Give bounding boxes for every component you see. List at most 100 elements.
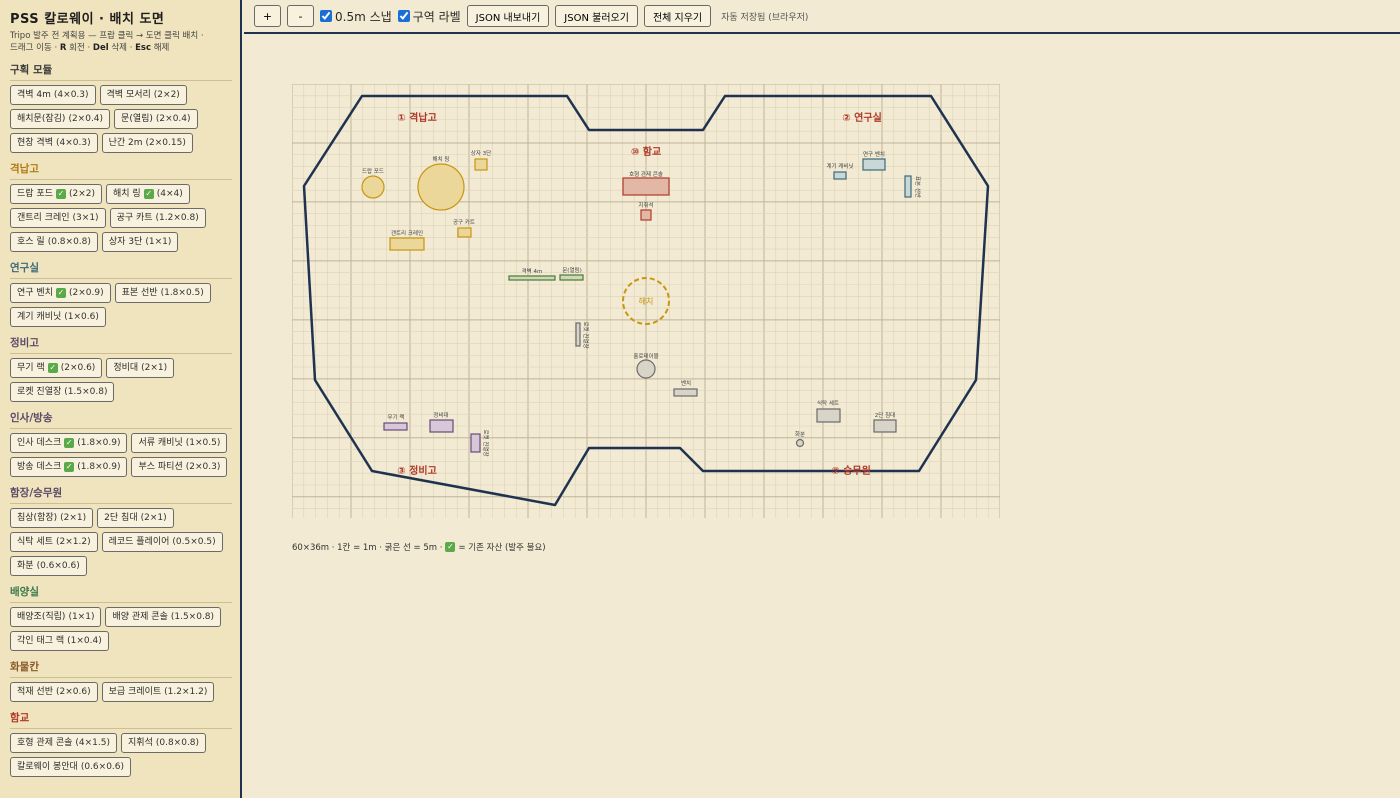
owned-check-icon: ✓ bbox=[55, 288, 66, 298]
category-title: 배양실 bbox=[10, 584, 232, 603]
placed-prop[interactable]: 계기 캐비닛 bbox=[826, 162, 854, 180]
placed-prop[interactable]: 드랍 포드 bbox=[361, 167, 385, 199]
prop-shape bbox=[474, 158, 488, 171]
prop-name: 방송 데스크 bbox=[17, 462, 62, 472]
prop-button[interactable]: 공구 카트 (1.2×0.8) bbox=[109, 208, 206, 228]
prop-button[interactable]: 호스 릴 (0.8×0.8) bbox=[10, 232, 98, 252]
category-section: 연구실 연구 벤치 ✓ (2×0.9) 표본 선반 (1.8×0.5) 계기 캐비닛 (1×0… bbox=[10, 260, 232, 327]
placed-prop[interactable]: 식탁 세트 bbox=[816, 399, 841, 423]
prop-shape bbox=[873, 419, 897, 433]
prop-button[interactable]: 화분 (0.6×0.6) bbox=[10, 556, 87, 576]
prop-size: (4×4) bbox=[156, 189, 183, 199]
prop-button[interactable]: 계기 캐비닛 (1×0.6) bbox=[10, 307, 106, 327]
export-json-button[interactable]: JSON 내보내기 bbox=[466, 5, 550, 27]
prop-button[interactable]: 호형 관제 콘솔 (4×1.5) bbox=[10, 733, 118, 753]
category-section: 격납고드랍 포드 ✓ (2×2) 해치 링 ✓ (4×4) 갠트리 크레인 (3×1) 공구 카… bbox=[10, 161, 232, 252]
prop-size: (2×0.6) bbox=[60, 363, 96, 373]
prop-button[interactable]: 문(열림) (2×0.4) bbox=[114, 109, 198, 129]
prop-button[interactable]: 난간 2m (2×0.15) bbox=[101, 133, 193, 153]
prop-button[interactable]: 배양조(직립) (1×1) bbox=[10, 607, 102, 627]
import-json-button[interactable]: JSON 불러오기 bbox=[555, 5, 638, 27]
prop-button[interactable]: 부스 파티션 (2×0.3) bbox=[131, 457, 228, 477]
prop-button[interactable]: 지휘석 (0.8×0.8) bbox=[121, 733, 207, 753]
clear-all-button[interactable]: 전체 지우기 bbox=[643, 5, 712, 27]
prop-label: 해치 링 bbox=[433, 155, 450, 163]
prop-button[interactable]: 정비대 (2×1) bbox=[106, 358, 175, 378]
placed-prop[interactable]: 문(열림) bbox=[559, 266, 584, 281]
placed-prop[interactable]: 공구 카트 bbox=[453, 218, 475, 238]
placed-prop[interactable]: 홀로테이블 bbox=[633, 352, 659, 379]
prop-label: 표본 선반 bbox=[914, 176, 922, 198]
placed-prop[interactable]: 무기 랙 bbox=[383, 413, 408, 431]
prop-button[interactable]: 보급 크레이트 (1.2×1.2) bbox=[101, 682, 215, 702]
prop-button[interactable]: 연구 벤치 ✓ (2×0.9) bbox=[10, 283, 111, 303]
placed-prop[interactable]: 호형 관제 콘솔 bbox=[622, 170, 670, 196]
prop-name: 지휘석 bbox=[128, 738, 153, 748]
floor-plan-svg[interactable]: ① 격납고 ② 연구실 ⑩ 함교 ③ 정비고 ⑦ 승무원 해치 드랍 포드 해치 링 상자 3단… bbox=[292, 84, 1000, 518]
category-section: 인사/방송 인사 데스크 ✓ (1.8×0.9) 서류 캐비닛 (1×0.5) 방송 데스크… bbox=[10, 410, 232, 477]
prop-size: (1.5×0.8) bbox=[64, 387, 108, 397]
placed-prop[interactable]: 벤치 bbox=[673, 379, 698, 397]
zoom-in-button[interactable]: + bbox=[254, 5, 281, 27]
prop-label: 연구 벤치 bbox=[863, 150, 885, 158]
prop-button[interactable]: 격벽 모서리 (2×2) bbox=[99, 85, 187, 105]
prop-button[interactable]: 표본 선반 (1.8×0.5) bbox=[114, 283, 211, 303]
prop-name: 드랍 포드 bbox=[17, 189, 53, 199]
prop-size: (0.8×0.8) bbox=[47, 237, 91, 247]
prop-button[interactable]: 현창 격벽 (4×0.3) bbox=[10, 133, 98, 153]
prop-shape bbox=[559, 274, 584, 281]
prop-button[interactable]: 인사 데스크 ✓ (1.8×0.9) bbox=[10, 433, 128, 453]
placed-prop[interactable]: 화분 bbox=[795, 431, 805, 448]
prop-name: 배양 관제 콘솔 bbox=[112, 612, 168, 622]
prop-button[interactable]: 레코드 플레이어 (0.5×0.5) bbox=[101, 532, 223, 552]
prop-label: 드랍 포드 bbox=[362, 167, 384, 175]
prop-button[interactable]: 상자 3단 (1×1) bbox=[101, 232, 179, 252]
prop-button[interactable]: 갠트리 크레인 (3×1) bbox=[10, 208, 106, 228]
category-section: 함교호형 관제 콘솔 (4×1.5) 지휘석 (0.8×0.8) 칼로웨이 봉안대 (0.… bbox=[10, 710, 232, 777]
prop-button[interactable]: 배양 관제 콘솔 (1.5×0.8) bbox=[105, 607, 222, 627]
prop-shape bbox=[508, 275, 556, 281]
prop-button[interactable]: 칼로웨이 봉안대 (0.6×0.6) bbox=[10, 757, 132, 777]
prop-size: (3×1) bbox=[72, 213, 99, 223]
prop-category-list: 구획 모듈 격벽 4m (4×0.3) 격벽 모서리 (2×2) 해치문(잠김) (2×0.… bbox=[10, 62, 232, 777]
owned-check-icon: ✓ bbox=[47, 363, 58, 373]
prop-button[interactable]: 서류 캐비닛 (1×0.5) bbox=[131, 433, 228, 453]
category-title: 격납고 bbox=[10, 161, 232, 180]
prop-button[interactable]: 해치 링 ✓ (4×4) bbox=[106, 184, 190, 204]
prop-button[interactable]: 방송 데스크 ✓ (1.8×0.9) bbox=[10, 457, 128, 477]
prop-button[interactable]: 해치문(잠김) (2×0.4) bbox=[10, 109, 111, 129]
prop-button[interactable]: 침상(함장) (2×1) bbox=[10, 508, 94, 528]
prop-size: (1×0.5) bbox=[185, 438, 221, 448]
placed-prop[interactable]: 로켓 진열장 bbox=[470, 429, 490, 457]
prop-size: (2×0.6) bbox=[55, 687, 91, 697]
zone-label-toggle[interactable]: 구역 라벨 bbox=[397, 8, 461, 25]
prop-label: 공구 카트 bbox=[453, 218, 475, 226]
prop-shape bbox=[622, 177, 670, 196]
zone-label-checkbox[interactable] bbox=[397, 10, 410, 22]
placed-prop[interactable]: 표본 선반 bbox=[904, 175, 922, 198]
prop-button[interactable]: 격벽 4m (4×0.3) bbox=[10, 85, 96, 105]
zoom-out-button[interactable]: - bbox=[287, 5, 314, 27]
prop-button[interactable]: 드랍 포드 ✓ (2×2) bbox=[10, 184, 102, 204]
snap-checkbox[interactable] bbox=[320, 10, 332, 22]
prop-shape bbox=[862, 158, 886, 171]
floor-plan-canvas[interactable]: ① 격납고 ② 연구실 ⑩ 함교 ③ 정비고 ⑦ 승무원 해치 드랍 포드 해치 링 상자 3단… bbox=[292, 84, 1000, 518]
snap-toggle[interactable]: 0.5m 스냅 bbox=[320, 8, 392, 25]
placed-prop[interactable]: 갠트리 크레인 bbox=[389, 229, 425, 251]
category-title: 함교 bbox=[10, 710, 232, 729]
prop-button[interactable]: 적재 선반 (2×0.6) bbox=[10, 682, 98, 702]
placed-prop[interactable]: 로켓 진열장 bbox=[575, 321, 590, 349]
prop-name: 보급 크레이트 bbox=[108, 687, 162, 697]
placed-prop[interactable]: 연구 벤치 bbox=[862, 150, 886, 171]
prop-button[interactable]: 식탁 세트 (2×1.2) bbox=[10, 532, 98, 552]
prop-name: 배양조(직립) bbox=[17, 612, 66, 622]
placed-prop[interactable]: 2단 침대 bbox=[873, 411, 897, 433]
placed-prop[interactable]: 지휘석 bbox=[638, 201, 654, 221]
prop-size: (2×1) bbox=[140, 513, 167, 523]
prop-button[interactable]: 로켓 진열장 (1.5×0.8) bbox=[10, 382, 115, 402]
prop-button[interactable]: 무기 랙 ✓ (2×0.6) bbox=[10, 358, 103, 378]
prop-size: (2×0.4) bbox=[68, 114, 104, 124]
prop-button[interactable]: 각인 태그 랙 (1×0.4) bbox=[10, 631, 109, 651]
owned-check-icon: ✓ bbox=[445, 542, 456, 552]
prop-button[interactable]: 2단 침대 (2×1) bbox=[97, 508, 174, 528]
